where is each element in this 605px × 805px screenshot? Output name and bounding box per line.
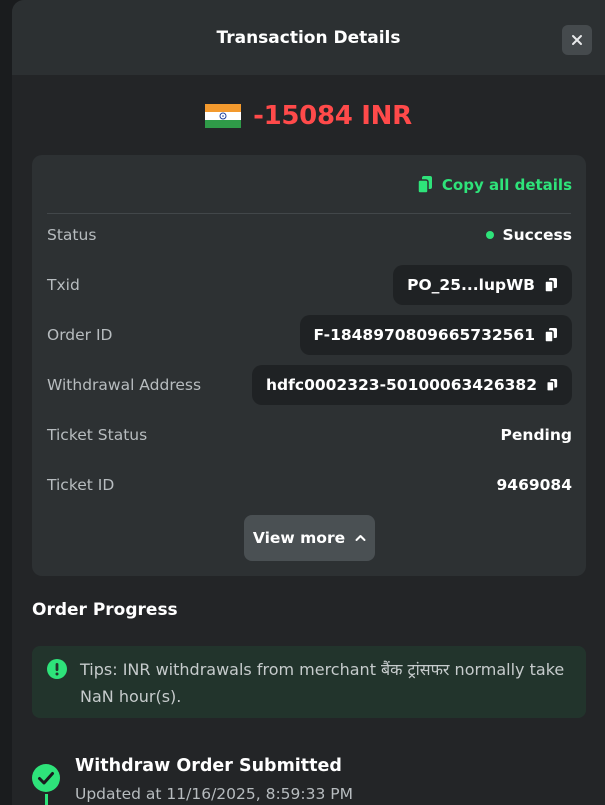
status-label: Status — [47, 226, 97, 244]
withdrawal-address-row: Withdrawal Address hdfc0002323-501000634… — [47, 365, 572, 405]
status-value: Success — [486, 226, 572, 244]
txid-copy-pill[interactable]: PO_25...lupWB — [393, 265, 572, 305]
copy-icon — [546, 379, 558, 392]
txid-row: Txid PO_25...lupWB — [47, 265, 572, 305]
modal-header: Transaction Details — [12, 0, 605, 75]
ticket-id-value: 9469084 — [496, 476, 573, 494]
copy-icon — [417, 176, 432, 194]
ticket-status-row: Ticket Status Pending — [47, 415, 572, 455]
status-row: Status Success — [47, 215, 572, 255]
order-id-label: Order ID — [47, 326, 113, 344]
amount-row: -15084 INR — [12, 101, 605, 131]
txid-value: PO_25...lupWB — [407, 276, 535, 294]
order-id-row: Order ID F-1848970809665732561 — [47, 315, 572, 355]
close-button[interactable] — [562, 25, 592, 55]
transaction-amount: -15084 INR — [253, 101, 412, 131]
divider — [47, 213, 571, 214]
copy-icon — [544, 328, 557, 343]
order-id-copy-pill[interactable]: F-1848970809665732561 — [299, 315, 572, 355]
ticket-status-label: Ticket Status — [47, 426, 148, 444]
check-circle-icon — [32, 764, 60, 792]
copy-all-label: Copy all details — [441, 176, 572, 194]
withdrawal-address-label: Withdrawal Address — [47, 376, 202, 394]
progress-step: Withdraw Order Submitted Updated at 11/1… — [32, 756, 592, 805]
tips-banner: Tips: INR withdrawals from merchant बैंक… — [32, 646, 586, 718]
status-dot-icon — [486, 231, 495, 239]
view-more-label: View more — [252, 529, 346, 547]
tips-text: Tips: INR withdrawals from merchant बैंक… — [80, 660, 565, 706]
copy-all-details-button[interactable]: Copy all details — [416, 175, 572, 195]
progress-step-time: Updated at 11/16/2025, 8:59:33 PM — [75, 785, 353, 803]
ticket-id-label: Ticket ID — [47, 476, 115, 494]
withdrawal-address-value: hdfc0002323-50100063426382 — [266, 376, 537, 394]
close-icon — [572, 35, 582, 45]
txid-label: Txid — [47, 276, 80, 294]
order-id-value: F-1848970809665732561 — [313, 326, 535, 344]
ticket-id-row: Ticket ID 9469084 — [47, 465, 572, 505]
progress-line — [44, 794, 48, 805]
copy-icon — [544, 278, 557, 293]
transaction-details-modal: Transaction Details -15084 INR Copy all … — [12, 0, 605, 805]
withdrawal-address-copy-pill[interactable]: hdfc0002323-50100063426382 — [252, 365, 572, 405]
chevron-up-icon — [355, 535, 366, 541]
modal-title: Transaction Details — [216, 28, 401, 48]
order-progress-title: Order Progress — [32, 600, 178, 620]
alert-icon — [47, 659, 67, 679]
progress-step-title: Withdraw Order Submitted — [75, 756, 342, 776]
view-more-button[interactable]: View more — [244, 515, 375, 561]
ticket-status-value: Pending — [500, 426, 572, 444]
status-text: Success — [502, 226, 572, 244]
details-card: Copy all details Status Success Txid PO_… — [32, 155, 586, 576]
india-flag-icon — [205, 104, 242, 128]
